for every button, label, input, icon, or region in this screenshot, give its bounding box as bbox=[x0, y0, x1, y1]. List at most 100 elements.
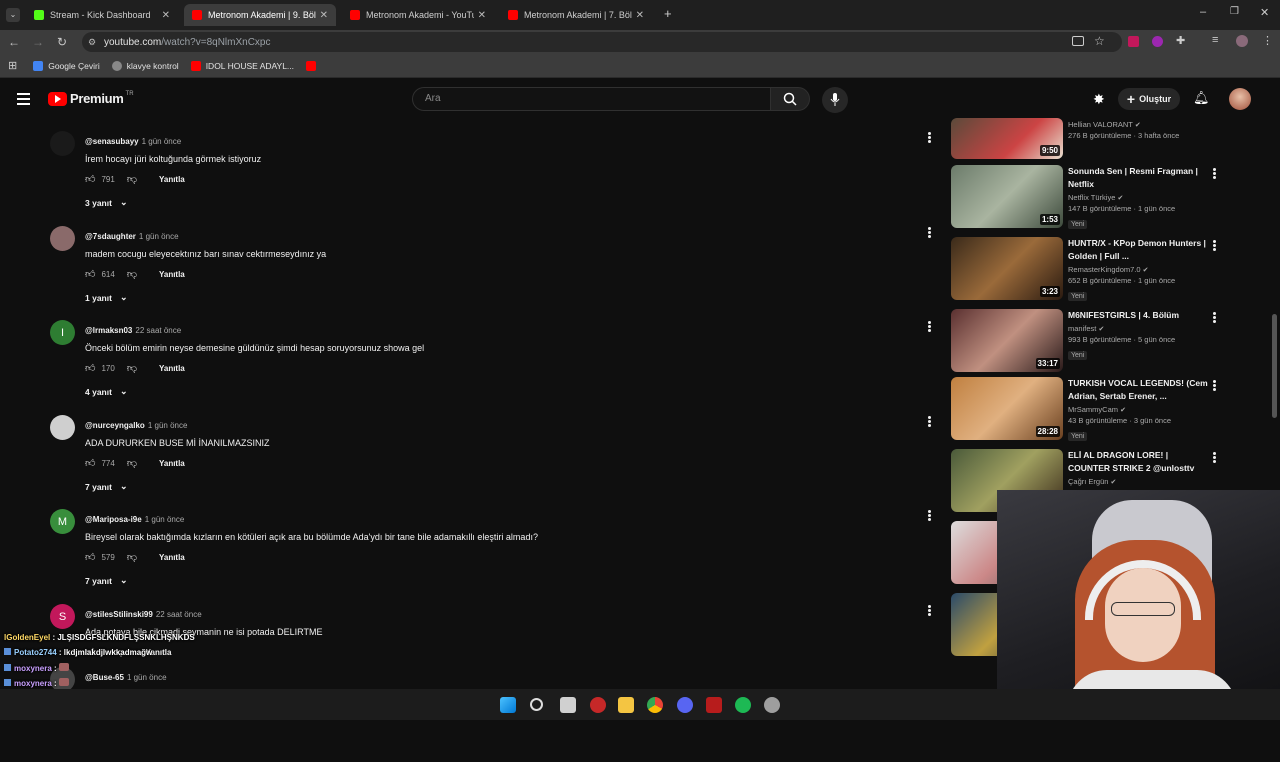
channel-name[interactable]: manifest ✔ bbox=[1068, 324, 1208, 333]
thumbs-down-icon[interactable]: 👎︎ bbox=[127, 173, 137, 185]
browser-tab[interactable]: Metronom Akademi | 9. Bölüm ✕ bbox=[184, 4, 336, 26]
video-menu-icon[interactable] bbox=[1211, 451, 1217, 465]
view-replies-button[interactable]: 7 yanıt ⌄ bbox=[85, 481, 127, 492]
spotify-icon[interactable] bbox=[735, 697, 751, 713]
video-thumbnail[interactable]: 33:17 bbox=[951, 309, 1063, 372]
thumbs-up-icon[interactable]: 👍︎ bbox=[85, 362, 95, 374]
recommended-video[interactable]: 3:23 HUNTR/X - KPop Demon Hunters | Golde… bbox=[951, 237, 1251, 301]
reply-button[interactable]: Yanıtla bbox=[159, 364, 185, 373]
view-replies-button[interactable]: 3 yanıt ⌄ bbox=[85, 197, 127, 208]
search-input[interactable]: Ara bbox=[412, 87, 770, 111]
recommended-video[interactable]: 28:28 TURKISH VOCAL LEGENDS! (Cem Adrian,… bbox=[951, 377, 1251, 441]
voice-search-button[interactable] bbox=[822, 87, 848, 113]
recommended-video[interactable]: 33:17 M6NIFESTGIRLS | 4. Bölüm manifest ✔ 9… bbox=[951, 309, 1251, 373]
view-replies-button[interactable]: 7 yanıt ⌄ bbox=[85, 575, 127, 586]
profile-icon[interactable] bbox=[1236, 35, 1248, 47]
comment-menu-icon[interactable] bbox=[926, 131, 932, 145]
comment-author[interactable]: @nurceyngalko bbox=[85, 421, 145, 430]
close-window-button[interactable]: ✕ bbox=[1260, 6, 1269, 19]
reading-list-icon[interactable]: ≡ bbox=[1212, 34, 1218, 46]
tab-close-icon[interactable]: ✕ bbox=[636, 10, 644, 21]
video-title[interactable]: M6NIFESTGIRLS | 4. Bölüm bbox=[1068, 309, 1208, 322]
windows-start-icon[interactable] bbox=[500, 697, 516, 713]
maximize-button[interactable]: ❐ bbox=[1230, 6, 1239, 17]
video-thumbnail[interactable]: 9:50 bbox=[951, 118, 1063, 159]
channel-name[interactable]: Netflix Türkiye ✔ bbox=[1068, 193, 1208, 202]
commenter-avatar[interactable]: I bbox=[50, 320, 75, 345]
app-icon[interactable] bbox=[590, 697, 606, 713]
browser-tab[interactable]: Metronom Akademi | 7. Bölüm ✕ bbox=[500, 4, 652, 26]
new-tab-button[interactable]: + bbox=[664, 6, 672, 21]
comment-time[interactable]: 1 gün önce bbox=[145, 515, 185, 524]
channel-name[interactable]: Çağrı Ergün ✔ bbox=[1068, 477, 1208, 486]
comment-time[interactable]: 22 saat önce bbox=[156, 610, 202, 619]
video-menu-icon[interactable] bbox=[1211, 379, 1217, 393]
thumbs-up-icon[interactable]: 👍︎ bbox=[85, 457, 95, 469]
video-menu-icon[interactable] bbox=[1211, 239, 1217, 253]
comment-time[interactable]: 22 saat önce bbox=[135, 326, 181, 335]
bookmark-klavye-kontrol[interactable]: klavye kontrol bbox=[111, 60, 179, 71]
menu-icon[interactable]: ⋮ bbox=[1262, 34, 1273, 47]
premium-star-icon[interactable]: ✸ bbox=[1093, 91, 1105, 108]
reload-icon[interactable]: ↻ bbox=[50, 35, 74, 49]
comment-menu-icon[interactable] bbox=[926, 226, 932, 240]
comment-menu-icon[interactable] bbox=[926, 509, 932, 523]
back-icon[interactable]: ← bbox=[2, 35, 26, 49]
tab-close-icon[interactable]: ✕ bbox=[162, 10, 170, 21]
comment-time[interactable]: 1 gün önce bbox=[148, 421, 188, 430]
app-icon[interactable] bbox=[706, 697, 722, 713]
bookmark-google-ceviri[interactable]: Google Çeviri bbox=[33, 60, 100, 71]
recommended-video[interactable]: 9:50 Hellian VALORANT ✔ 276 B görüntüleme … bbox=[951, 118, 1251, 160]
search-icon[interactable] bbox=[530, 698, 543, 711]
channel-name[interactable]: RemasterKingdom7.0 ✔ bbox=[1068, 265, 1208, 274]
reply-button[interactable]: Yanıtla bbox=[159, 175, 185, 184]
chrome-icon[interactable] bbox=[647, 697, 663, 713]
thumbs-down-icon[interactable]: 👎︎ bbox=[127, 551, 137, 563]
thumbs-down-icon[interactable]: 👎︎ bbox=[127, 268, 137, 280]
comment-author[interactable]: @stilesStilinski99 bbox=[85, 610, 153, 619]
comment-time[interactable]: 1 gün önce bbox=[139, 232, 179, 241]
create-button[interactable]: + Oluştur bbox=[1118, 88, 1180, 110]
extension-icon[interactable] bbox=[1152, 36, 1163, 47]
video-title[interactable]: TURKISH VOCAL LEGENDS! (Cem Adrian, Sert… bbox=[1068, 377, 1208, 403]
commenter-avatar[interactable] bbox=[50, 226, 75, 251]
comment-time[interactable]: 1 gün önce bbox=[142, 137, 182, 146]
task-view-icon[interactable] bbox=[560, 697, 576, 713]
video-thumbnail[interactable]: 28:28 bbox=[951, 377, 1063, 440]
comment-menu-icon[interactable] bbox=[926, 415, 932, 429]
comment-author[interactable]: @Mariposa-i9e bbox=[85, 515, 142, 524]
comment-author[interactable]: @senasubayy bbox=[85, 137, 139, 146]
commenter-avatar[interactable]: M bbox=[50, 509, 75, 534]
thumbs-up-icon[interactable]: 👍︎ bbox=[85, 173, 95, 185]
youtube-premium-logo[interactable]: Premium TR bbox=[48, 91, 134, 106]
video-title[interactable]: Sonunda Sen | Resmi Fragman | Netflix bbox=[1068, 165, 1208, 191]
settings-icon[interactable] bbox=[764, 697, 780, 713]
video-menu-icon[interactable] bbox=[1211, 311, 1217, 325]
reply-button[interactable]: Yanıtla bbox=[159, 270, 185, 279]
puzzle-icon[interactable]: ✚ bbox=[1176, 34, 1185, 47]
thumbs-up-icon[interactable]: 👍︎ bbox=[85, 551, 95, 563]
thumbs-down-icon[interactable]: 👎︎ bbox=[127, 457, 137, 469]
discord-icon[interactable] bbox=[677, 697, 693, 713]
channel-name[interactable]: MrSammyCam ✔ bbox=[1068, 405, 1208, 414]
comment-menu-icon[interactable] bbox=[926, 320, 932, 334]
browser-tab[interactable]: Metronom Akademi - YouTube ✕ bbox=[342, 4, 494, 26]
search-button[interactable] bbox=[770, 87, 810, 111]
tab-close-icon[interactable]: ✕ bbox=[478, 10, 486, 21]
commenter-avatar[interactable]: S bbox=[50, 604, 75, 629]
bookmark-idol-house[interactable]: IDOL HOUSE ADAYL... bbox=[190, 60, 294, 71]
comment-author[interactable]: @lrmaksn03 bbox=[85, 326, 132, 335]
file-explorer-icon[interactable] bbox=[618, 697, 634, 713]
tab-close-icon[interactable]: ✕ bbox=[320, 10, 328, 21]
commenter-avatar[interactable] bbox=[50, 131, 75, 156]
reply-button[interactable]: Yanıtla bbox=[159, 553, 185, 562]
bookmark-youtube[interactable] bbox=[306, 60, 321, 71]
comment-menu-icon[interactable] bbox=[926, 604, 932, 618]
tab-search-button[interactable]: ⌄ bbox=[6, 8, 20, 22]
video-thumbnail[interactable]: 3:23 bbox=[951, 237, 1063, 300]
recommended-video[interactable]: 1:53 Sonunda Sen | Resmi Fragman | Netfli… bbox=[951, 165, 1251, 229]
video-title[interactable]: HUNTR/X - KPop Demon Hunters | Golden | … bbox=[1068, 237, 1208, 263]
notifications-bell-icon[interactable]: 🔔︎ bbox=[1193, 90, 1210, 106]
star-icon[interactable]: ☆ bbox=[1094, 34, 1105, 48]
hamburger-menu-icon[interactable] bbox=[17, 93, 30, 105]
